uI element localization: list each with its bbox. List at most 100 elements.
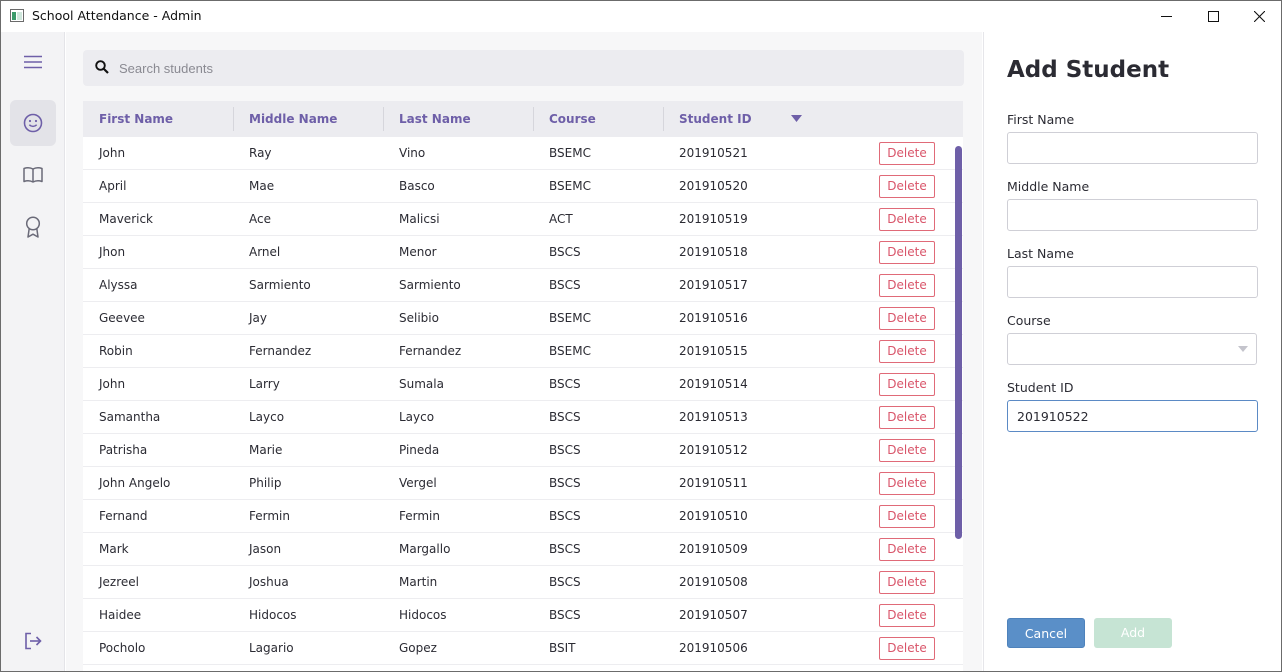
award-ribbon-icon	[25, 216, 41, 238]
table-row: Maverick Ace Malicsi ACT 201910519 Delet…	[83, 203, 963, 236]
middle-name-field[interactable]	[1007, 199, 1258, 231]
table-header: First Name Middle Name Last Name Course …	[83, 101, 963, 137]
course-select[interactable]	[1007, 333, 1257, 365]
nav-awards[interactable]	[10, 204, 56, 250]
cell-last-name: Gopez	[399, 641, 437, 655]
search-input[interactable]	[119, 56, 939, 80]
cell-course: BSCS	[549, 476, 581, 490]
delete-button[interactable]: Delete	[879, 307, 935, 330]
delete-button[interactable]: Delete	[879, 373, 935, 396]
table-row: John Larry Sumala BSCS 201910514 Delete	[83, 368, 963, 401]
cell-middle-name: Marie	[249, 443, 283, 457]
delete-button[interactable]: Delete	[879, 472, 935, 495]
table-row: Fernand Fermin Fermin BSCS 201910510 Del…	[83, 500, 963, 533]
nav-subjects[interactable]	[10, 152, 56, 198]
maximize-icon	[1207, 11, 1219, 22]
cell-first-name: Jhon	[99, 245, 126, 259]
students-table: First Name Middle Name Last Name Course …	[83, 101, 963, 671]
cell-course: BSEMC	[549, 344, 591, 358]
cell-middle-name: Layco	[249, 410, 285, 424]
last-name-label: Last Name	[1007, 246, 1074, 261]
cell-first-name: Patrisha	[99, 443, 148, 457]
delete-button[interactable]: Delete	[879, 571, 935, 594]
delete-button[interactable]: Delete	[879, 406, 935, 429]
maximize-button[interactable]	[1190, 1, 1236, 32]
delete-button[interactable]: Delete	[879, 538, 935, 561]
cell-middle-name: Fernandez	[249, 344, 312, 358]
cell-student-id: 201910514	[679, 377, 748, 391]
column-header-course[interactable]: Course	[533, 101, 596, 137]
last-name-field[interactable]	[1007, 266, 1258, 298]
table-row: Geevee Jay Selibio BSEMC 201910516 Delet…	[83, 302, 963, 335]
cell-last-name: Malicsi	[399, 212, 440, 226]
first-name-label: First Name	[1007, 112, 1075, 127]
nav-students[interactable]	[10, 100, 56, 146]
column-header-student-id[interactable]: Student ID	[663, 101, 752, 137]
sort-descending-icon[interactable]	[791, 115, 802, 122]
window-title: School Attendance - Admin	[32, 8, 202, 23]
cell-first-name: Maverick	[99, 212, 154, 226]
smiley-face-icon	[23, 113, 43, 133]
cell-student-id: 201910516	[679, 311, 748, 325]
minimize-icon	[1160, 16, 1172, 17]
close-button[interactable]	[1236, 1, 1281, 32]
cancel-button[interactable]: Cancel	[1007, 618, 1085, 648]
cell-last-name: Fermin	[399, 509, 440, 523]
cell-first-name: Haidee	[99, 608, 142, 622]
delete-button[interactable]: Delete	[879, 340, 935, 363]
table-row: Haidee Hidocos Hidocos BSCS 201910507 De…	[83, 599, 963, 632]
delete-button[interactable]: Delete	[879, 274, 935, 297]
cell-last-name: Martin	[399, 575, 438, 589]
first-name-field[interactable]	[1007, 132, 1258, 164]
student-list-area: First Name Middle Name Last Name Course …	[66, 32, 982, 671]
delete-button[interactable]: Delete	[879, 439, 935, 462]
cell-first-name: John	[99, 377, 126, 391]
cell-course: BSEMC	[549, 146, 591, 160]
cell-middle-name: Larry	[249, 377, 280, 391]
cell-student-id: 201910515	[679, 344, 748, 358]
menu-button[interactable]	[10, 39, 56, 85]
delete-button[interactable]: Delete	[879, 241, 935, 264]
cell-middle-name: Philip	[249, 476, 282, 490]
table-row: Robin Fernandez Fernandez BSEMC 20191051…	[83, 335, 963, 368]
cell-middle-name: Hidocos	[249, 608, 297, 622]
table-scrollbar-thumb[interactable]	[955, 146, 962, 539]
logout-button[interactable]	[10, 618, 56, 664]
cell-last-name: Sumala	[399, 377, 444, 391]
minimize-button[interactable]	[1143, 1, 1189, 32]
delete-button[interactable]: Delete	[879, 208, 935, 231]
table-row: John Ray Vino BSEMC 201910521 Delete	[83, 137, 963, 170]
column-header-first-name[interactable]: First Name	[83, 101, 173, 137]
column-header-last-name[interactable]: Last Name	[383, 101, 471, 137]
cell-student-id: 201910508	[679, 575, 748, 589]
column-header-middle-name[interactable]: Middle Name	[233, 101, 337, 137]
search-icon	[95, 60, 109, 74]
table-row: Samantha Layco Layco BSCS 201910513 Dele…	[83, 401, 963, 434]
cell-first-name: Robin	[99, 344, 133, 358]
cell-course: BSCS	[549, 542, 581, 556]
add-button[interactable]: Add	[1094, 618, 1172, 648]
cell-student-id: 201910517	[679, 278, 748, 292]
panel-title: Add Student	[1007, 57, 1170, 83]
delete-button[interactable]: Delete	[879, 637, 935, 660]
cell-student-id: 201910521	[679, 146, 748, 160]
table-row: April Mae Basco BSEMC 201910520 Delete	[83, 170, 963, 203]
student-id-field[interactable]	[1007, 400, 1258, 432]
delete-button[interactable]: Delete	[879, 175, 935, 198]
cell-first-name: Jezreel	[99, 575, 139, 589]
delete-button[interactable]: Delete	[879, 142, 935, 165]
cell-course: BSCS	[549, 410, 581, 424]
delete-button[interactable]: Delete	[879, 604, 935, 627]
cell-last-name: Vergel	[399, 476, 437, 490]
delete-button[interactable]: Delete	[879, 505, 935, 528]
search-bar	[83, 50, 964, 86]
cell-last-name: Pineda	[399, 443, 440, 457]
table-row: Jhon Arnel Menor BSCS 201910518 Delete	[83, 236, 963, 269]
cell-course: BSCS	[549, 608, 581, 622]
cell-student-id: 201910520	[679, 179, 748, 193]
chevron-down-icon	[1238, 346, 1248, 352]
cell-last-name: Layco	[399, 410, 435, 424]
cell-middle-name: Ace	[249, 212, 271, 226]
cell-middle-name: Jason	[249, 542, 282, 556]
table-row: Mark Jason Margallo BSCS 201910509 Delet…	[83, 533, 963, 566]
